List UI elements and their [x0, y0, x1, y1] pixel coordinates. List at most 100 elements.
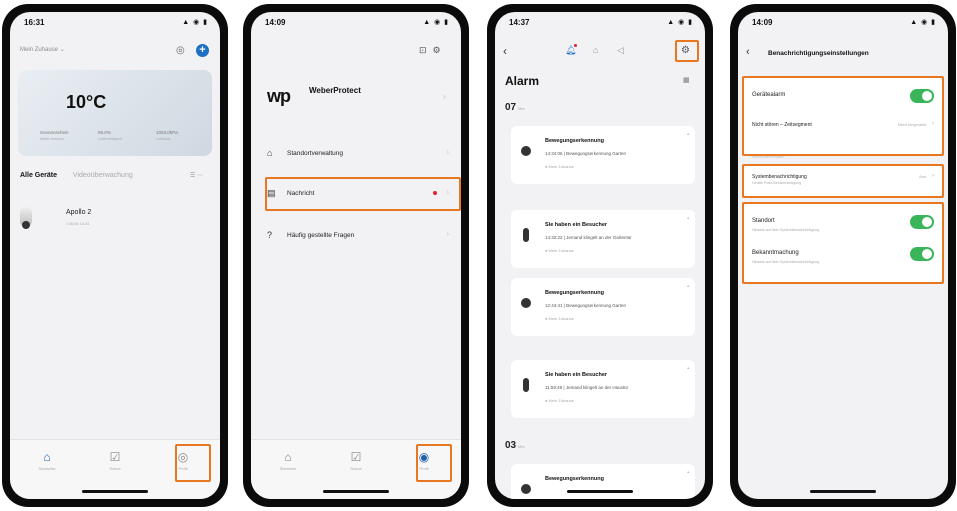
more-icon[interactable]: •	[687, 366, 689, 372]
tab-video[interactable]: Videoüberwachung	[73, 172, 133, 179]
more-icon[interactable]: ☰ ⋯	[190, 172, 203, 179]
bell-badge	[574, 44, 577, 47]
alarm-card[interactable]: Bewegungserkennung 14:34:06 | Bewegungse…	[511, 126, 695, 184]
help-icon: ?	[267, 230, 273, 240]
camera-icon	[521, 298, 531, 308]
back-icon[interactable]: ‹	[503, 44, 507, 58]
home-indicator	[567, 490, 633, 493]
weather-humidity-sub: Luftfeuchtigkeit	[98, 137, 122, 141]
calendar-icon[interactable]: ▦	[683, 76, 690, 84]
home-screen: 16:31 ▲ ◉ ▮ Mein Zuhause ⌄ ◎ + 10°C Sonn…	[10, 12, 220, 499]
more-icon[interactable]: •	[687, 132, 689, 138]
status-time: 14:37	[509, 18, 530, 27]
home-message-icon[interactable]: ⌂	[593, 45, 598, 55]
alarm-desc: 14:34:06 | Bewegungserkennung Garten	[545, 151, 626, 156]
weather-humidity: 59.0%	[98, 130, 111, 135]
date-header: 07 Mrz	[505, 102, 525, 113]
add-device-button[interactable]: +	[196, 44, 209, 57]
chevron-right-icon[interactable]: ›	[443, 92, 446, 101]
status-bar: 16:31 ▲ ◉ ▮	[10, 12, 220, 34]
profile-screen: 14:09 ▲ ◉ ▮ ⊡⚙ wp WeberProtect › ⌂ Stand…	[251, 12, 461, 499]
nav-scene[interactable]: ☑ Szene	[331, 450, 381, 471]
alarm-title: Sie haben ein Besucher	[545, 372, 608, 378]
more-icon[interactable]: •	[687, 470, 689, 476]
alarm-location: ● Mein Zuhause	[545, 164, 574, 169]
highlight-profile	[416, 444, 452, 482]
phone-profile: 14:09 ▲ ◉ ▮ ⊡⚙ wp WeberProtect › ⌂ Stand…	[243, 4, 469, 507]
phone-home: 16:31 ▲ ◉ ▮ Mein Zuhause ⌄ ◎ + 10°C Sonn…	[2, 4, 228, 507]
alarm-card[interactable]: Sie haben ein Besucher 14:32:22 | Jemand…	[511, 210, 695, 268]
status-time: 14:09	[265, 18, 286, 27]
status-icons: ▲ ◉ ▮	[910, 19, 936, 26]
highlight-alarm-settings	[742, 76, 944, 156]
nav-home[interactable]: ⌂ Startseite	[263, 450, 313, 471]
back-icon[interactable]: ‹	[746, 46, 750, 58]
alarm-location: ● Mein Zuhause	[545, 316, 574, 321]
device-name: Apollo 2	[66, 209, 92, 216]
scene-icon: ☑	[350, 450, 362, 464]
date-day: 07	[505, 102, 517, 113]
chevron-right-icon: ›	[446, 231, 449, 238]
menu-location[interactable]: ⌂ Standortverwaltung ›	[267, 148, 453, 162]
weather-pressure: 1003.0hPa	[156, 130, 178, 135]
device-status: • 05.05 14:31	[66, 221, 90, 226]
camera-icon	[521, 484, 531, 494]
highlight-settings	[675, 40, 699, 62]
alarm-title: Bewegungserkennung	[545, 138, 604, 144]
page-title: Alarm	[505, 74, 540, 88]
location-icon: ⌂	[267, 148, 273, 158]
chevron-right-icon: ›	[446, 149, 449, 156]
alarm-card[interactable]: Sie haben ein Besucher 11:59:48 | Jemand…	[511, 360, 695, 418]
nav-home-label: Startseite	[279, 466, 297, 471]
date-month: Mrz	[518, 106, 525, 111]
status-time: 14:09	[752, 18, 773, 27]
highlight-message	[265, 177, 461, 211]
status-time: 16:31	[24, 18, 45, 27]
date-header: 03 Mrz	[505, 440, 525, 451]
highlight-message-types	[742, 202, 944, 284]
highlight-profile	[175, 444, 211, 482]
phone-alarm: 14:37 ▲ ◉ ▮ ‹ 🔔︎ ⌂ ◁ ⚙ Alarm ▦ 07 Mrz Bew…	[487, 4, 713, 507]
menu-location-label: Standortverwaltung	[287, 150, 344, 157]
doorbell-icon	[523, 228, 529, 242]
home-indicator	[323, 490, 389, 493]
page-title: Benachrichtigungseinstellungen	[768, 50, 869, 57]
doorbell-icon	[523, 378, 529, 392]
alarm-desc: 14:32:22 | Jemand klingelt an der Garten…	[545, 235, 632, 240]
weather-condition-sub: Wetter draußen	[40, 137, 65, 141]
weather-pressure-sub: Luftdruck	[156, 137, 171, 141]
alarm-title: Bewegungserkennung	[545, 476, 604, 482]
scan-and-settings-icons[interactable]: ⊡⚙	[419, 45, 447, 56]
home-indicator	[810, 490, 876, 493]
alarm-location: ● Mein Zuhause	[545, 248, 574, 253]
nav-scene-label: Szene	[109, 466, 121, 471]
nav-home-label: Startseite	[38, 466, 56, 471]
status-bar: 14:37 ▲ ◉ ▮	[495, 12, 705, 34]
tab-all-devices[interactable]: Alle Geräte	[20, 172, 57, 179]
nav-scene[interactable]: ☑ Szene	[90, 450, 140, 471]
nav-home[interactable]: ⌂ Startseite	[22, 450, 72, 471]
announcement-icon[interactable]: ◁	[617, 45, 624, 56]
home-indicator	[82, 490, 148, 493]
weather-temperature: 10°C	[66, 92, 107, 112]
more-icon[interactable]: •	[687, 216, 689, 222]
alarm-card[interactable]: Bewegungserkennung 12:44:41 | Bewegungse…	[511, 278, 695, 336]
alarm-card[interactable]: Bewegungserkennung •	[511, 464, 695, 499]
date-day: 03	[505, 440, 517, 451]
menu-faq[interactable]: ? Häufig gestellte Fragen ›	[267, 230, 453, 244]
brand-name: WeberProtect	[309, 86, 361, 95]
alarm-desc: 12:44:41 | Bewegungserkennung Garten	[545, 303, 626, 308]
home-icon: ⌂	[284, 450, 292, 464]
alarm-screen: 14:37 ▲ ◉ ▮ ‹ 🔔︎ ⌂ ◁ ⚙ Alarm ▦ 07 Mrz Bew…	[495, 12, 705, 499]
notification-settings-screen: 14:09 ▲ ◉ ▮ ‹ Benachrichtigungseinstellu…	[738, 12, 948, 499]
status-icons: ▲ ◉ ▮	[182, 19, 208, 26]
home-selector[interactable]: Mein Zuhause ⌄	[20, 46, 65, 53]
more-icon[interactable]: •	[687, 284, 689, 290]
status-icons: ▲ ◉ ▮	[667, 19, 693, 26]
camera-lens-icon	[22, 221, 30, 229]
phone-notification-settings: 14:09 ▲ ◉ ▮ ‹ Benachrichtigungseinstellu…	[730, 4, 956, 507]
settings-icon[interactable]: ◎	[176, 45, 185, 56]
alarm-title: Bewegungserkennung	[545, 290, 604, 296]
scene-icon: ☑	[109, 450, 121, 464]
alarm-location: ● Mein Zuhause	[545, 398, 574, 403]
